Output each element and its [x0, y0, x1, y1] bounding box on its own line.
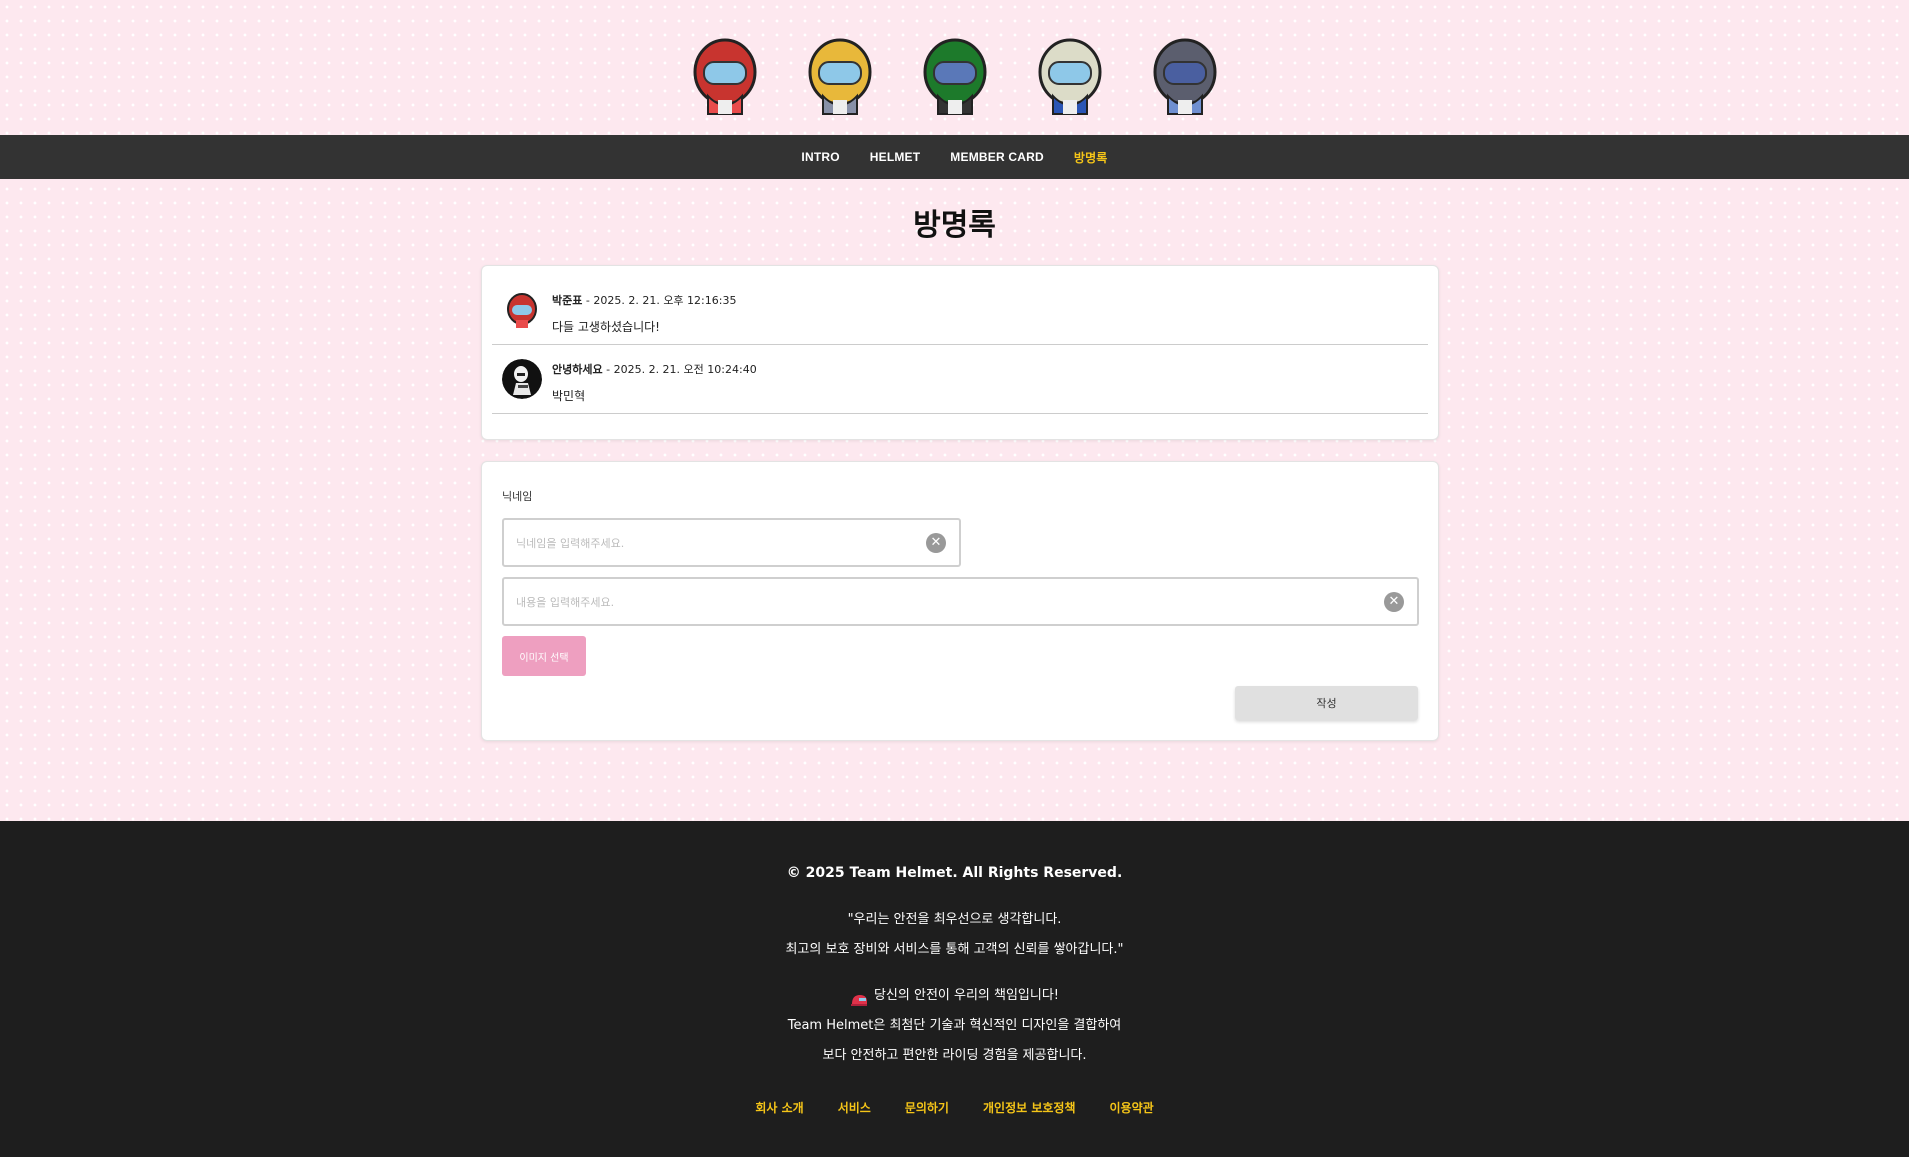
nickname-label: 닉네임 — [502, 490, 533, 503]
guestbook-form: 닉네임 ✕ ✕ 이미지 선택 작성 — [481, 461, 1439, 741]
green-helmet-icon[interactable] — [920, 38, 990, 118]
entry-author: 박준표 — [552, 294, 583, 307]
entry-meta: 박준표 - 2025. 2. 21. 오후 12:16:35 — [552, 294, 737, 307]
footer-link-services[interactable]: 서비스 — [838, 1099, 871, 1116]
nav-item-member-card[interactable]: MEMBER CARD — [950, 150, 1044, 164]
yellow-helmet-icon[interactable] — [805, 38, 875, 118]
quote-line: "우리는 안전을 최우선으로 생각합니다. — [847, 912, 1062, 927]
helmet-gallery — [0, 38, 1909, 118]
copyright-text: © 2025 Team Helmet. All Rights Reserved. — [786, 865, 1123, 881]
avatar — [502, 359, 542, 399]
guestbook-entries: 박준표 - 2025. 2. 21. 오후 12:16:35 다들 고생하셨습니… — [481, 265, 1439, 440]
entry-message: 다들 고생하셨습니다! — [552, 320, 660, 334]
nav-item-helmet[interactable]: HELMET — [870, 150, 921, 164]
list-item: 안녕하세요 - 2025. 2. 21. 오전 10:24:40 박민혁 — [492, 345, 1428, 414]
clear-icon[interactable]: ✕ — [926, 533, 946, 553]
footer: © 2025 Team Helmet. All Rights Reserved.… — [0, 821, 1909, 1157]
white-helmet-icon[interactable] — [1035, 38, 1105, 118]
gray-helmet-icon[interactable] — [1150, 38, 1220, 118]
top-nav: INTRO HELMET MEMBER CARD 방명록 — [0, 135, 1909, 179]
entry-timestamp: 2025. 2. 21. 오전 10:24:40 — [613, 363, 757, 376]
entry-meta: 안녕하세요 - 2025. 2. 21. 오전 10:24:40 — [552, 363, 757, 376]
nickname-input[interactable] — [504, 520, 905, 567]
footer-safety: 당신의 안전이 우리의 책임입니다! Team Helmet은 최첨단 기술과 … — [0, 981, 1909, 1071]
content-input[interactable] — [504, 579, 1295, 626]
entry-timestamp: 2025. 2. 21. 오후 12:16:35 — [593, 294, 737, 307]
footer-link-contact[interactable]: 문의하기 — [905, 1099, 949, 1116]
entry-message: 박민혁 — [552, 389, 586, 403]
footer-link-about[interactable]: 회사 소개 — [755, 1099, 803, 1116]
avatar — [502, 290, 542, 330]
helmet-icon — [850, 989, 868, 1006]
nav-item-guestbook[interactable]: 방명록 — [1074, 149, 1108, 166]
footer-links: 회사 소개 서비스 문의하기 개인정보 보호정책 이용약관 — [0, 1099, 1909, 1116]
quote-line: 최고의 보호 장비와 서비스를 통해 고객의 신뢰를 쌓아갑니다." — [785, 942, 1124, 957]
footer-link-privacy[interactable]: 개인정보 보호정책 — [983, 1099, 1076, 1116]
safety-line: 당신의 안전이 우리의 책임입니다! — [0, 981, 1909, 1011]
select-image-button[interactable]: 이미지 선택 — [502, 636, 586, 676]
safety-line-text: 당신의 안전이 우리의 책임입니다! — [873, 988, 1060, 1003]
safety-line: Team Helmet은 최첨단 기술과 혁신적인 디자인을 결합하여 — [787, 1018, 1122, 1033]
clear-icon[interactable]: ✕ — [1384, 592, 1404, 612]
nickname-field-wrapper: ✕ — [502, 518, 961, 567]
nav-item-intro[interactable]: INTRO — [801, 150, 839, 164]
footer-quote: "우리는 안전을 최우선으로 생각합니다. 최고의 보호 장비와 서비스를 통해… — [0, 905, 1909, 965]
content-field-wrapper: ✕ — [502, 577, 1419, 626]
submit-button[interactable]: 작성 — [1235, 686, 1418, 720]
safety-line: 보다 안전하고 편안한 라이딩 경험을 제공합니다. — [822, 1048, 1087, 1063]
footer-link-terms[interactable]: 이용약관 — [1109, 1099, 1153, 1116]
red-helmet-icon[interactable] — [690, 38, 760, 118]
entry-author: 안녕하세요 — [552, 363, 603, 376]
page-title: 방명록 — [913, 208, 996, 243]
list-item: 박준표 - 2025. 2. 21. 오후 12:16:35 다들 고생하셨습니… — [492, 276, 1428, 345]
